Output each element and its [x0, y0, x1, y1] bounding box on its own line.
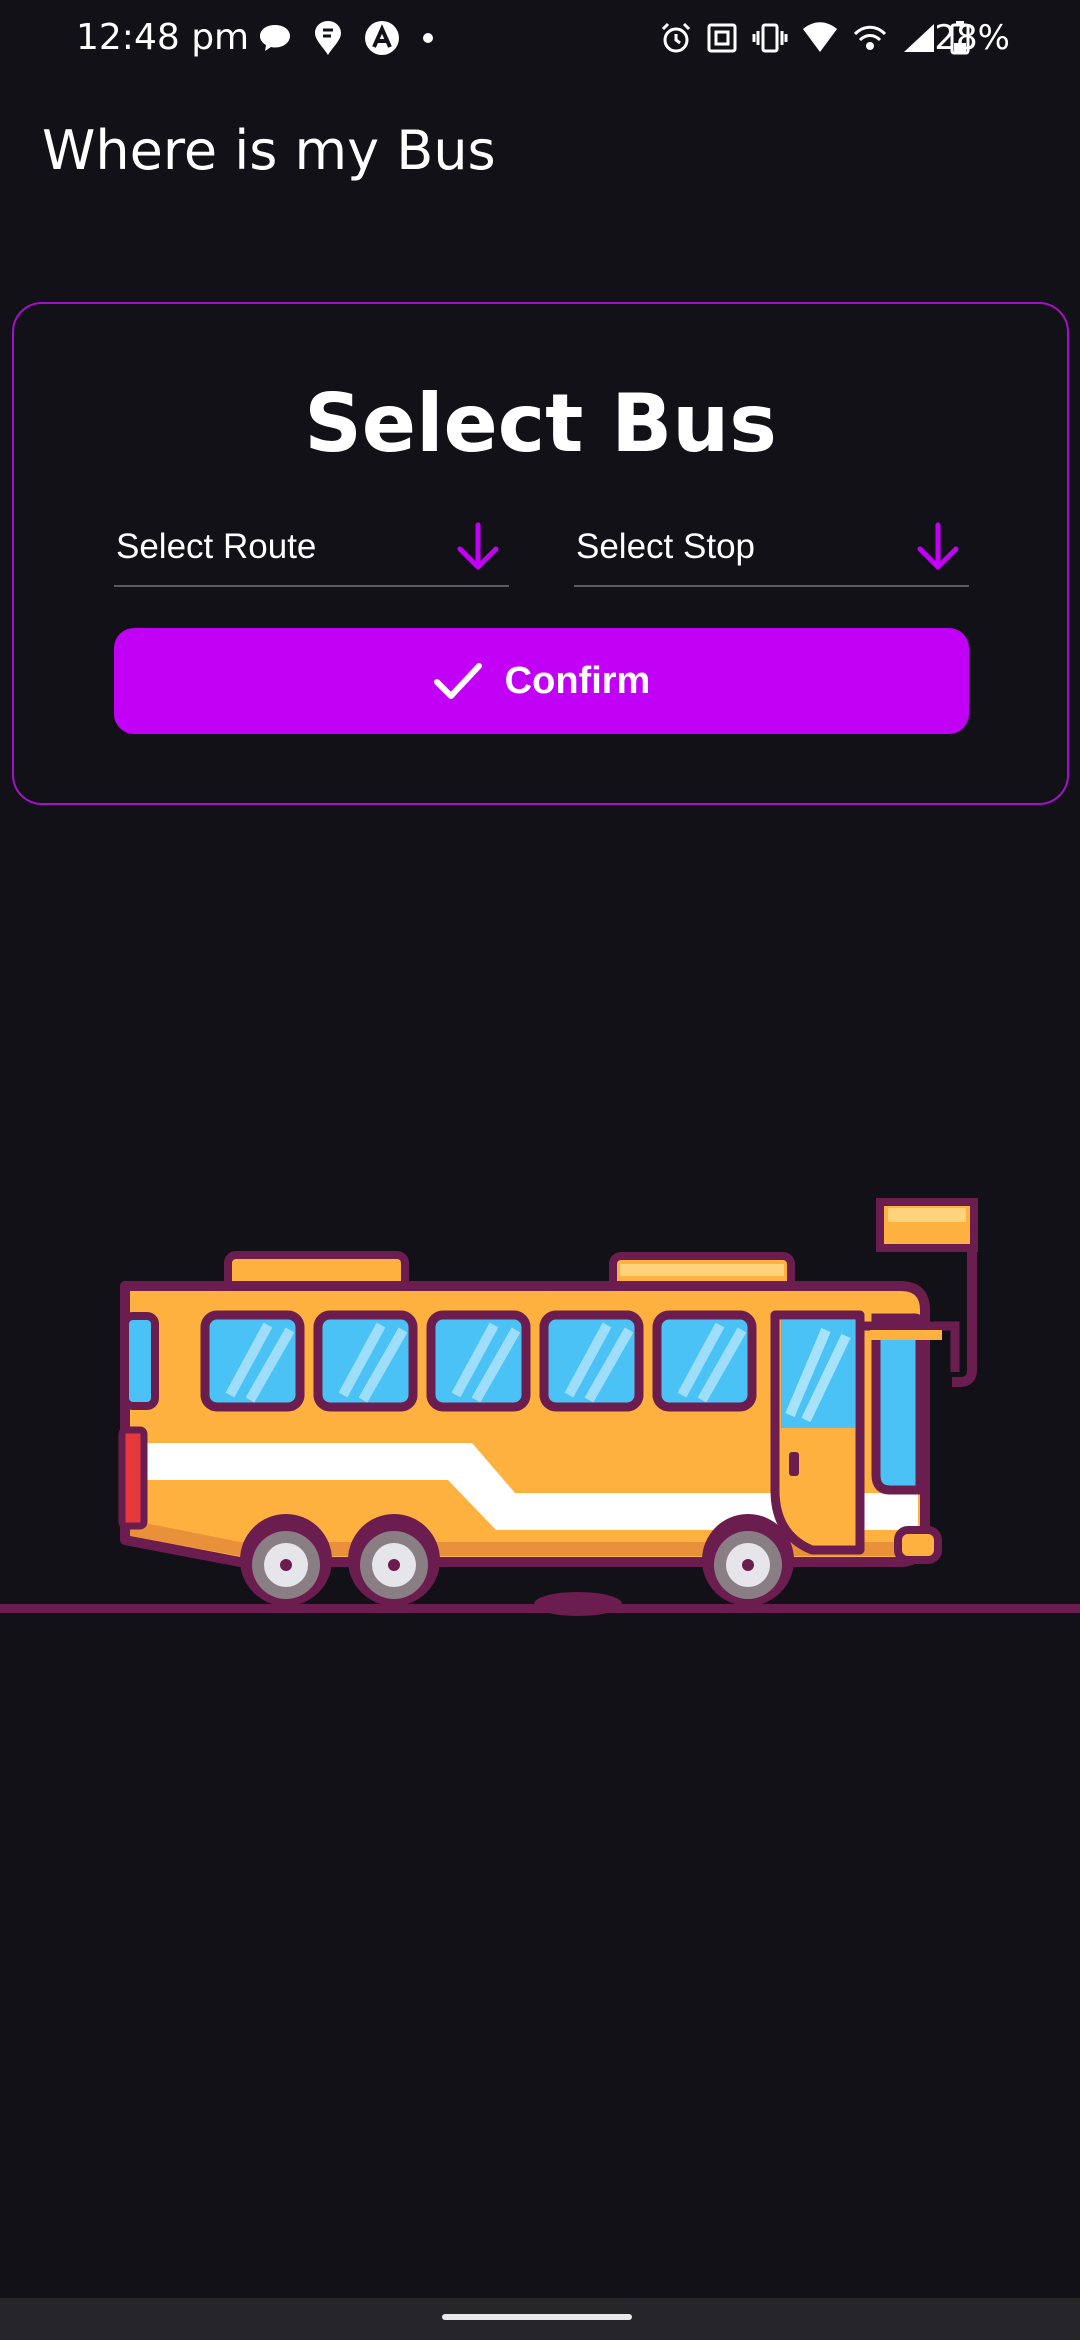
hotspot-icon: [853, 25, 887, 50]
confirm-button[interactable]: Confirm: [114, 628, 969, 734]
stop-dropdown[interactable]: Select Stop: [574, 512, 969, 587]
status-system-icons: [660, 16, 970, 60]
status-time: 12:48 pm: [76, 17, 250, 58]
arrow-down-icon: [917, 522, 959, 570]
wifi-icon: [803, 22, 837, 52]
page-title: Where is my Bus: [42, 119, 496, 182]
vibrate-icon: [752, 23, 788, 53]
route-dropdown[interactable]: Select Route: [114, 512, 509, 587]
arc-app-icon: [365, 21, 399, 55]
arrow-down-icon: [457, 522, 499, 570]
confirm-button-label: Confirm: [504, 659, 651, 702]
battery-percentage: 28%: [934, 18, 1010, 58]
status-bar: 12:48 pm 28%: [0, 0, 1080, 76]
more-dot-icon: [423, 33, 433, 43]
check-icon: [433, 663, 482, 699]
bus-illustration: [0, 1198, 1080, 1616]
chat-bubble-icon: [260, 25, 290, 51]
card-title: Select Bus: [304, 377, 777, 470]
stop-dropdown-label: Select Stop: [576, 527, 755, 566]
navigation-bar: [0, 2298, 1080, 2340]
home-indicator[interactable]: [442, 2314, 632, 2320]
select-bus-card: Select Bus Select Route Select Stop Conf…: [12, 302, 1069, 805]
status-notification-icons: [258, 16, 434, 60]
swiggy-icon: [315, 21, 341, 55]
alarm-icon: [661, 22, 691, 53]
route-dropdown-label: Select Route: [116, 527, 317, 566]
nfc-icon: [707, 23, 737, 53]
